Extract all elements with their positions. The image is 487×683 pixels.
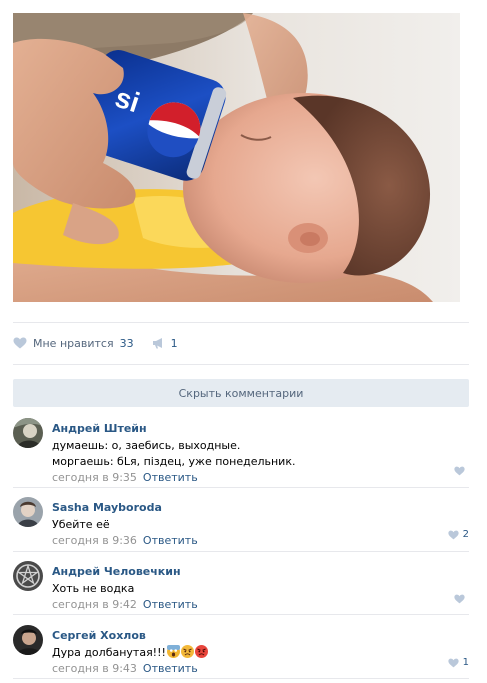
avatar[interactable] — [13, 418, 43, 448]
comment-time[interactable]: сегодня в 9:42 — [52, 598, 137, 611]
reply-button[interactable]: Ответить — [143, 471, 198, 484]
avatar[interactable] — [13, 561, 43, 591]
comment-time[interactable]: сегодня в 9:43 — [52, 662, 137, 675]
comment-like-button[interactable] — [454, 466, 469, 476]
comment-text: Хоть не водка — [52, 581, 469, 597]
comment-author[interactable]: Сергей Хохлов — [52, 629, 146, 643]
post-actions: Мне нравится 33 1 — [13, 333, 178, 353]
comment-body: Андрей Штейн думаешь: о, заебись, выходн… — [52, 417, 469, 485]
heart-icon — [448, 658, 459, 667]
like-count: 33 — [119, 336, 134, 350]
comment-text-line: Хоть не водка — [52, 582, 135, 595]
comment-meta: сегодня в 9:36 Ответить — [52, 534, 469, 548]
comment-item: Сергей Хохлов Дура долбанутая!!! сегодня… — [13, 624, 469, 676]
like-button[interactable]: Мне нравится 33 — [13, 337, 134, 350]
like-label: Мне нравится — [33, 336, 114, 350]
comment-like-count: 1 — [462, 657, 469, 668]
reply-button[interactable]: Ответить — [143, 534, 198, 547]
reply-button[interactable]: Ответить — [143, 662, 198, 675]
heart-icon — [448, 530, 459, 539]
separator — [13, 678, 469, 679]
comment-text: Дура долбанутая!!! — [52, 645, 469, 661]
hide-comments-label: Скрыть комментарии — [178, 386, 304, 400]
comment-author[interactable]: Sasha Mayboroda — [52, 501, 162, 515]
comment-item: Андрей Человечкин Хоть не водка сегодня … — [13, 560, 469, 612]
comment-text: думаешь: о, заебись, выходные. моргаешь:… — [52, 438, 469, 470]
separator — [13, 487, 469, 488]
comment-like-button[interactable]: 1 — [448, 657, 469, 668]
comment-meta: сегодня в 9:42 Ответить — [52, 598, 469, 612]
comment-meta: сегодня в 9:35 Ответить — [52, 471, 469, 485]
comment-time[interactable]: сегодня в 9:35 — [52, 471, 137, 484]
angry-face-emoji — [180, 645, 194, 658]
share-count: 1 — [170, 336, 178, 350]
post-photo[interactable]: si — [13, 13, 460, 302]
comment-text: Убейте её — [52, 517, 469, 533]
heart-icon — [454, 466, 465, 476]
share-button[interactable]: 1 — [152, 337, 178, 350]
comment-meta: сегодня в 9:43 Ответить — [52, 662, 469, 676]
separator — [13, 614, 469, 615]
comment-text-line: моргаешь: бLя, пiздец, уже понедельник. — [52, 455, 296, 468]
comment-text-line: Убейте её — [52, 518, 110, 531]
avatar[interactable] — [13, 625, 43, 655]
separator — [13, 322, 469, 323]
comment-item: Андрей Штейн думаешь: о, заебись, выходн… — [13, 418, 469, 486]
comment-body: Андрей Человечкин Хоть не водка сегодня … — [52, 560, 469, 612]
separator — [13, 551, 469, 552]
comment-text-content: Дура долбанутая!!! — [52, 646, 166, 659]
comment-text-line: думаешь: о, заебись, выходные. — [52, 439, 241, 452]
screaming-face-emoji — [166, 645, 180, 658]
comment-text-line: Дура долбанутая!!! — [52, 645, 469, 661]
megaphone-icon — [152, 338, 162, 349]
comment-item: Sasha Mayboroda Убейте её сегодня в 9:36… — [13, 496, 469, 548]
heart-icon — [13, 337, 27, 349]
comment-like-button[interactable]: 2 — [448, 529, 469, 540]
baby-pepsi-image: si — [13, 13, 460, 302]
hide-comments-button[interactable]: Скрыть комментарии — [13, 379, 469, 407]
comment-author[interactable]: Андрей Человечкин — [52, 565, 181, 579]
reply-button[interactable]: Ответить — [143, 598, 198, 611]
avatar[interactable] — [13, 497, 43, 527]
comment-time[interactable]: сегодня в 9:36 — [52, 534, 137, 547]
comment-like-count: 2 — [462, 529, 469, 540]
comment-body: Sasha Mayboroda Убейте её сегодня в 9:36… — [52, 496, 469, 548]
comment-author[interactable]: Андрей Штейн — [52, 422, 147, 436]
pouting-face-emoji — [194, 645, 208, 658]
heart-icon — [454, 594, 465, 604]
separator — [13, 364, 469, 365]
comment-body: Сергей Хохлов Дура долбанутая!!! сегодня… — [52, 624, 469, 676]
comment-like-button[interactable] — [454, 594, 469, 604]
